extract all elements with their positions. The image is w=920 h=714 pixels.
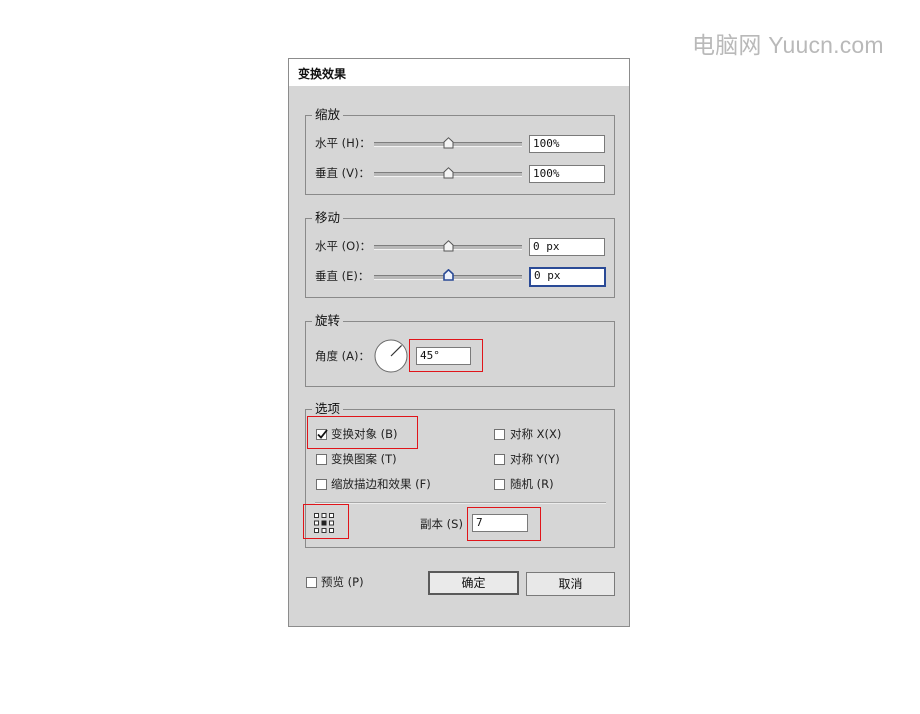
scale-group: 缩放 水平 (H)： 100% 垂直 (V)： 100% (305, 107, 615, 195)
scale-vertical-input[interactable]: 100% (529, 165, 605, 183)
angle-dial-icon[interactable] (374, 339, 408, 373)
watermark-text: 电脑网 Yuucn.com (692, 32, 884, 58)
options-divider (315, 502, 606, 504)
dialog-title: 变换效果 (289, 59, 629, 86)
scale-horizontal-label: 水平 (H)： (315, 136, 371, 150)
reference-point-highlight-box (303, 504, 349, 539)
angle-label: 角度 (A)： (315, 349, 370, 363)
move-horizontal-label: 水平 (O)： (315, 239, 372, 253)
transform-patterns-checkbox[interactable] (316, 454, 327, 465)
reflect-x-checkbox[interactable] (494, 429, 505, 440)
move-horizontal-slider-thumb[interactable] (443, 240, 454, 252)
copies-highlight-box (467, 507, 541, 541)
scale-horizontal-slider-thumb[interactable] (443, 137, 454, 149)
cancel-button[interactable]: 取消 (526, 572, 615, 596)
options-legend: 选项 (312, 401, 344, 417)
scale-strokes-checkbox[interactable] (316, 479, 327, 490)
move-horizontal-input[interactable]: 0 px (529, 238, 605, 256)
preview-label: 预览 (P) (321, 575, 364, 589)
scale-horizontal-input[interactable]: 100% (529, 135, 605, 153)
reflect-y-checkbox[interactable] (494, 454, 505, 465)
move-vertical-input[interactable]: 0 px (529, 267, 606, 287)
scale-legend: 缩放 (312, 107, 344, 123)
scale-vertical-label: 垂直 (V)： (315, 166, 370, 180)
ok-button[interactable]: 确定 (428, 571, 519, 595)
transform-objects-highlight-box (307, 416, 418, 449)
copies-label: 副本 (S) (420, 517, 463, 531)
transform-effect-dialog: 变换效果 缩放 水平 (H)： 100% 垂直 (V)： 100% 移动 水平 … (288, 58, 630, 627)
scale-strokes-label: 缩放描边和效果 (F) (331, 477, 431, 491)
move-legend: 移动 (312, 210, 344, 226)
random-checkbox[interactable] (494, 479, 505, 490)
move-group: 移动 水平 (O)： 0 px 垂直 (E)： 0 px (305, 210, 615, 298)
reflect-x-label: 对称 X(X) (510, 427, 562, 441)
reflect-y-label: 对称 Y(Y) (510, 452, 560, 466)
random-label: 随机 (R) (510, 477, 554, 491)
preview-checkbox[interactable] (306, 577, 317, 588)
move-vertical-slider-thumb[interactable] (442, 269, 454, 281)
angle-highlight-box (409, 339, 483, 372)
transform-patterns-label: 变换图案 (T) (331, 452, 397, 466)
move-vertical-label: 垂直 (E)： (315, 269, 370, 283)
scale-vertical-slider-thumb[interactable] (443, 167, 454, 179)
rotate-legend: 旋转 (312, 313, 344, 329)
